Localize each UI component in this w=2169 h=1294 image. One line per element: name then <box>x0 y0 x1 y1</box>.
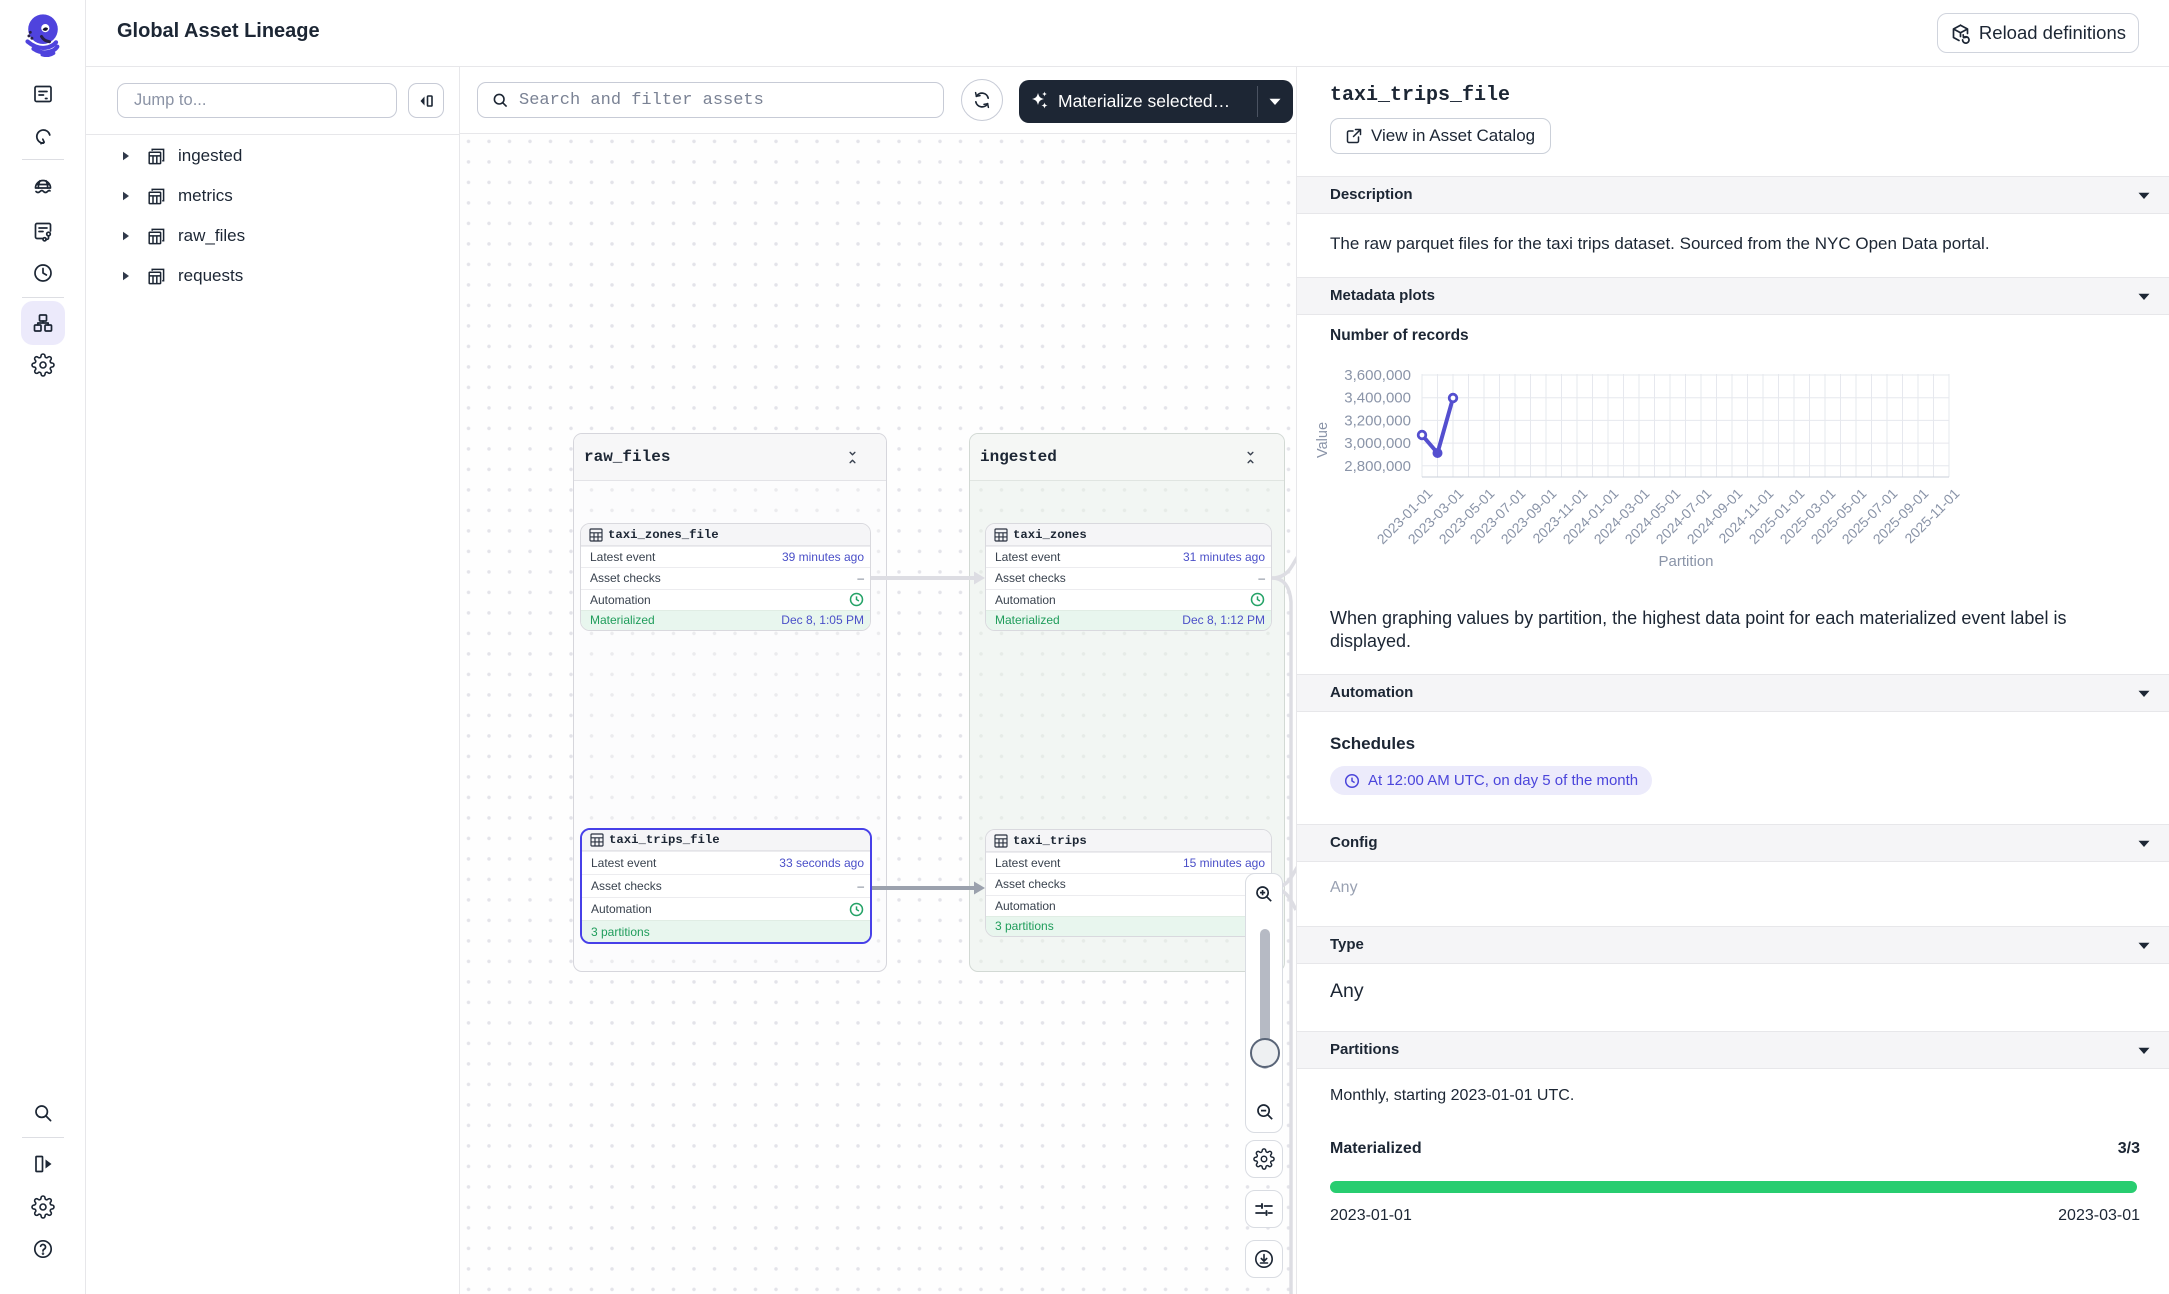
svg-text:3,000,000: 3,000,000 <box>1344 435 1411 452</box>
svg-text:Partition: Partition <box>1658 553 1713 570</box>
svg-text:3,400,000: 3,400,000 <box>1344 390 1411 407</box>
svg-text:2,800,000: 2,800,000 <box>1344 458 1411 475</box>
svg-text:3,200,000: 3,200,000 <box>1344 412 1411 429</box>
svg-text:Value: Value <box>1315 422 1331 458</box>
svg-text:3,600,000: 3,600,000 <box>1344 367 1411 384</box>
